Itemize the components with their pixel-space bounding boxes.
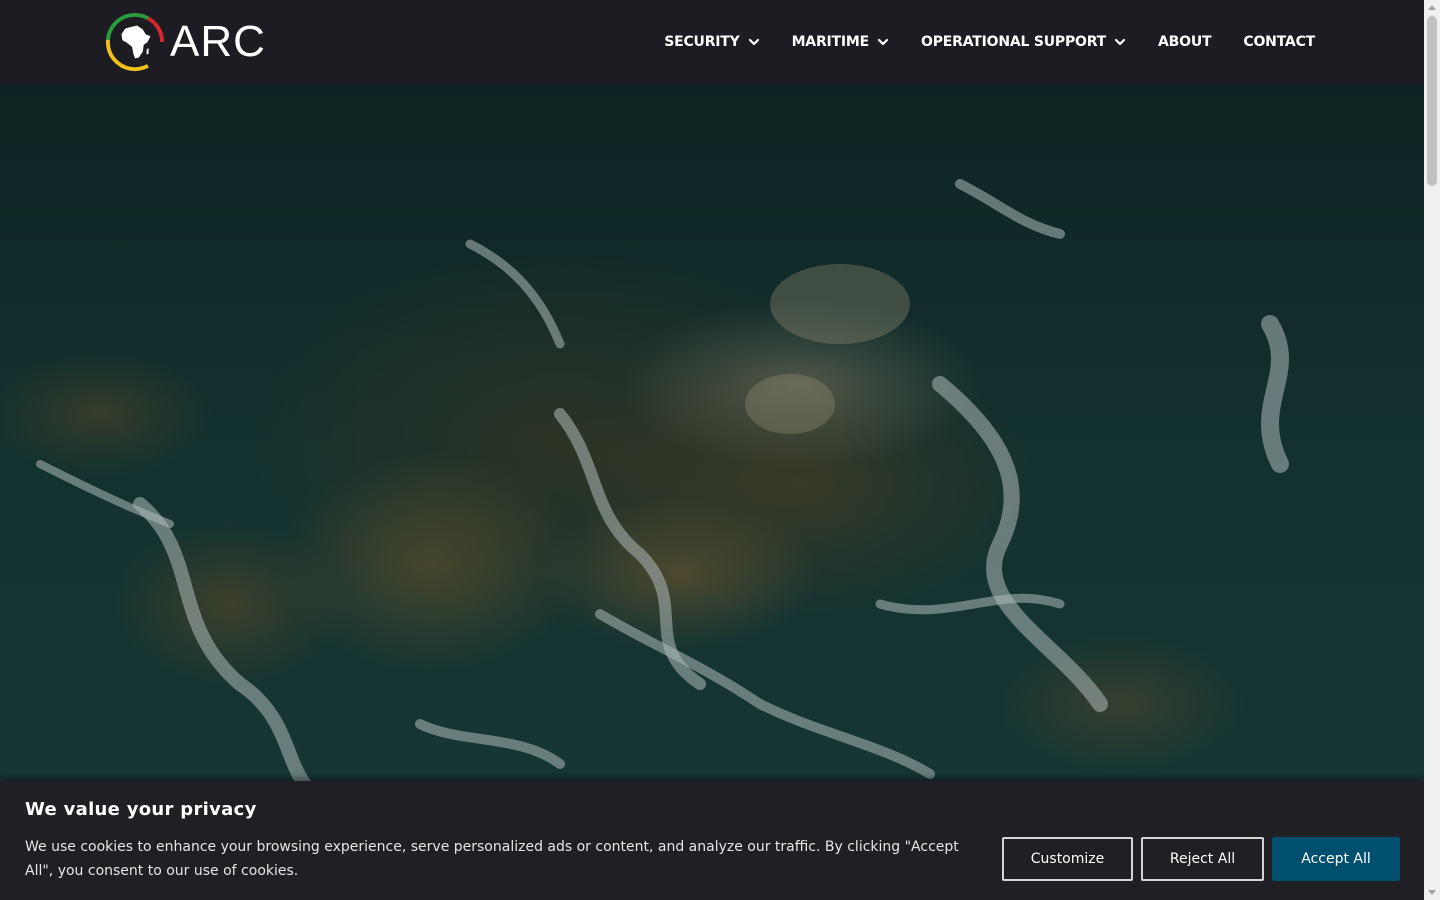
- nav-item-security[interactable]: SECURITY: [664, 34, 759, 50]
- nav-item-maritime[interactable]: MARITIME: [792, 34, 889, 50]
- customize-button[interactable]: Customize: [1002, 837, 1133, 881]
- hero-aerial-coastline-image: [0, 84, 1424, 900]
- nav-item-label: CONTACT: [1243, 34, 1315, 50]
- chevron-down-icon: [1114, 38, 1126, 46]
- nav-item-operational-support[interactable]: OPERATIONAL SUPPORT: [921, 34, 1126, 50]
- reject-all-button[interactable]: Reject All: [1141, 837, 1264, 881]
- accept-all-button[interactable]: Accept All: [1272, 837, 1400, 881]
- nav-item-label: MARITIME: [791, 34, 870, 50]
- scrollbar-thumb[interactable]: [1427, 16, 1437, 186]
- scroll-up-arrow-icon[interactable]: [1428, 5, 1436, 10]
- scroll-down-arrow-icon[interactable]: [1428, 890, 1436, 895]
- brand-name: ARC: [170, 17, 266, 66]
- cookie-consent-banner: We value your privacy We use cookies to …: [0, 781, 1424, 900]
- nav-item-label: SECURITY: [664, 34, 740, 50]
- site-header: ARC SECURITY MARITIME OPERATIONAL SUPPOR…: [0, 0, 1424, 84]
- chevron-down-icon: [748, 38, 759, 46]
- nav-item-label: ABOUT: [1158, 34, 1212, 50]
- page-scrollbar[interactable]: [1424, 0, 1440, 900]
- cookie-banner-title: We value your privacy: [25, 799, 257, 820]
- main-navigation: SECURITY MARITIME OPERATIONAL SUPPORT AB…: [632, 0, 1315, 84]
- chevron-down-icon: [877, 38, 889, 46]
- cookie-banner-text: We use cookies to enhance your browsing …: [25, 839, 959, 879]
- site-logo[interactable]: ARC: [104, 10, 266, 74]
- nav-item-contact[interactable]: CONTACT: [1243, 34, 1315, 50]
- wave-foam-decoration: [0, 84, 1424, 900]
- nav-item-label: OPERATIONAL SUPPORT: [921, 34, 1107, 50]
- africa-ring-logo-icon: [105, 12, 165, 72]
- nav-item-about[interactable]: ABOUT: [1158, 34, 1212, 50]
